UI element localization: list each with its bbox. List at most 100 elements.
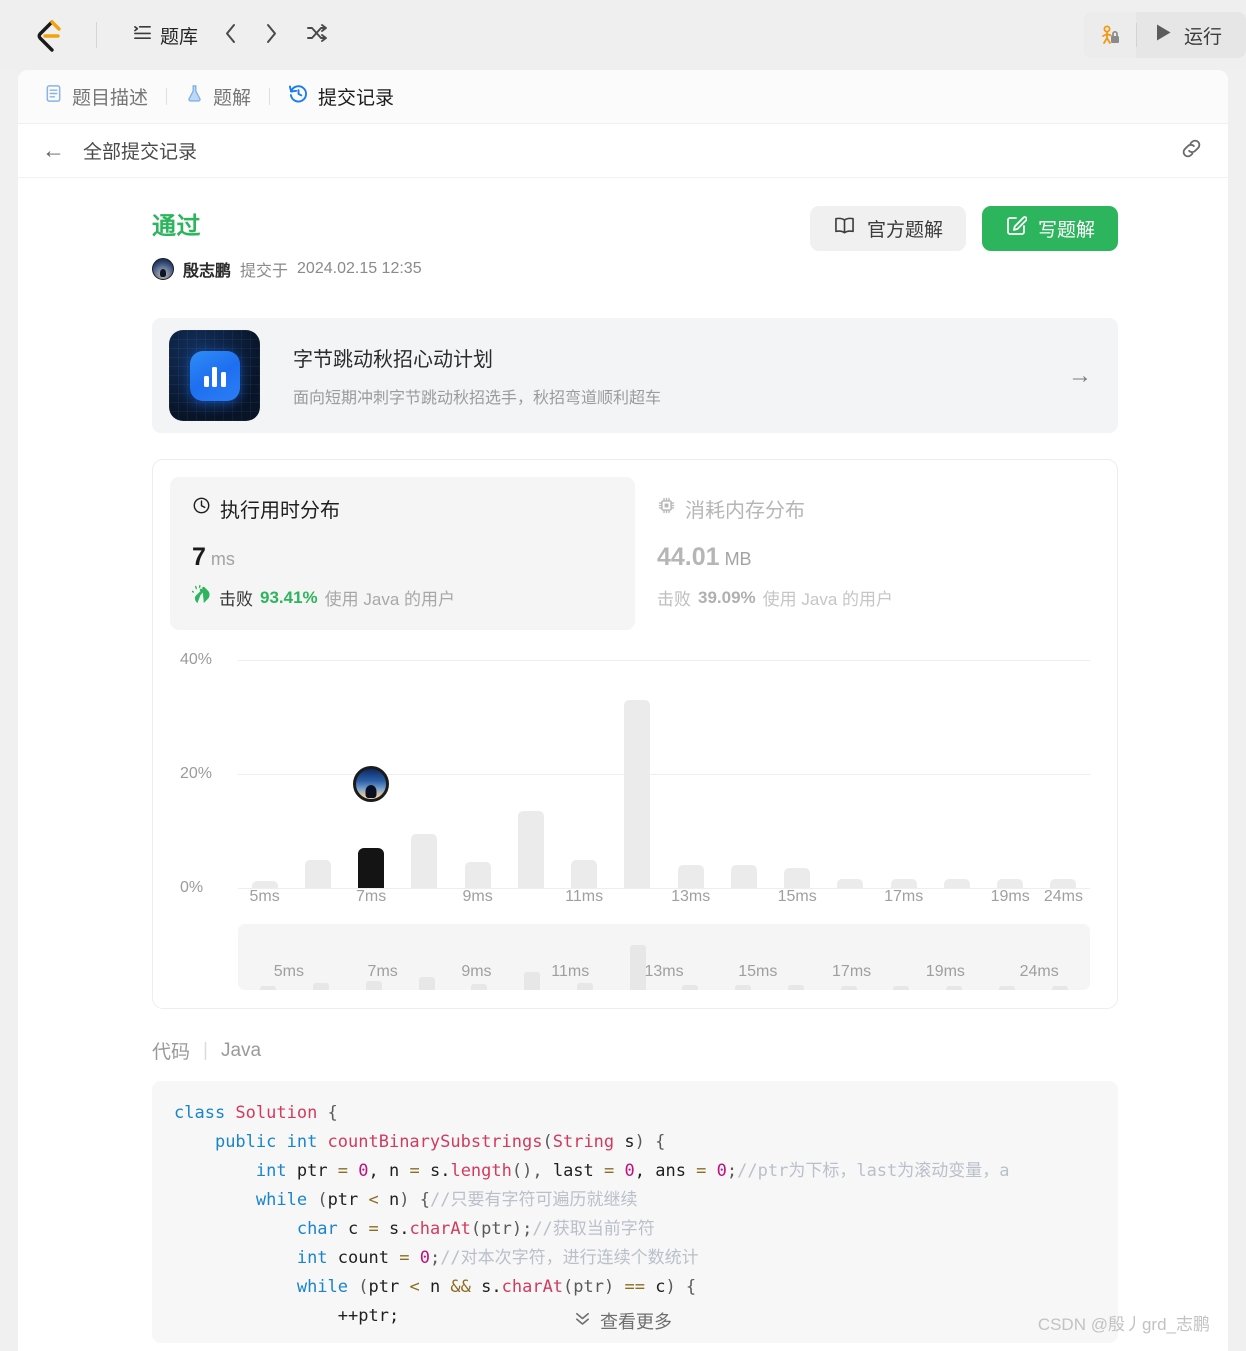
tab-submissions[interactable]: 提交记录 [286,79,396,114]
code-token: ; [429,1248,441,1268]
chip-icon [657,496,676,521]
chart-bar-cell[interactable] [345,660,398,888]
chart-bar-cell[interactable] [664,660,717,888]
nav-next-button[interactable] [255,19,288,52]
code-header: 代码 | Java [152,1037,1228,1064]
code-token: ) { [399,1190,430,1210]
leetcode-logo[interactable] [0,17,96,53]
chart-bar-cell[interactable] [558,660,611,888]
memory-beat-row: 击败 39.09% 使用 Java 的用户 [657,585,1078,610]
chart-x-tick [504,888,557,906]
chart-user-avatar-marker[interactable] [353,766,390,803]
submission-info: 通过 殷志鹏 提交于 2024.02.15 12:35 [152,206,422,281]
runtime-beat-tail: 使用 Java 的用户 [324,590,456,609]
chart-x-tick: 7ms [356,888,387,905]
tab-solutions[interactable]: 题解 [183,79,253,114]
back-arrow-icon[interactable]: ← [42,139,65,162]
link-icon[interactable] [1179,136,1204,166]
run-button-label: 运行 [1183,26,1222,48]
brush-bar [998,986,1015,990]
code-token: char [296,1219,349,1239]
chart-bar[interactable] [837,879,864,888]
chart-bar[interactable] [411,833,438,888]
chart-bar-cell[interactable] [238,660,291,888]
clap-icon [191,584,212,610]
promo-icon-inner [189,350,240,401]
brush-bar [1051,986,1068,990]
code-token: && [450,1277,482,1297]
brush-bar [682,984,699,990]
tab-description[interactable]: 题目描述 [42,79,150,114]
chart-x-tick: 9ms [462,888,493,905]
code-line: while (ptr < n) {//只要有字符可遍历就继续 [174,1186,1118,1215]
chart-bar-cell[interactable] [1037,660,1090,888]
code-token: //获取当前字符 [532,1219,655,1239]
code-token: while [296,1277,359,1297]
chart-range-brush[interactable]: 5ms 7ms 9ms 11ms 13ms 15ms 17ms 19ms 24ms [238,924,1090,990]
chart-bar[interactable] [677,865,704,888]
chart-bar[interactable] [943,879,970,888]
submission-actions: 官方题解 写题解 [809,206,1118,251]
official-solution-button[interactable]: 官方题解 [809,206,966,251]
chart-bar-cell[interactable] [451,660,504,888]
status-badge: 通过 [152,213,201,240]
chart-bar-cell[interactable] [398,660,451,888]
submission-timestamp: 2024.02.15 12:35 [297,260,422,277]
chart-bar-cell[interactable] [291,660,344,888]
code-label: 代码 [152,1042,191,1063]
chart-bar[interactable] [517,811,544,888]
code-line: while (ptr < n && s.charAt(ptr) == c) { [174,1273,1118,1302]
bar-chart-app-icon [169,330,260,421]
chart-bar[interactable] [730,865,757,888]
chart-bar[interactable] [304,859,331,888]
code-block[interactable]: class Solution { public int countBinaryS… [152,1081,1118,1343]
submission-username[interactable]: 殷志鹏 [183,257,231,281]
chart-bar[interactable] [1050,879,1077,888]
chart-bar-cell[interactable] [504,660,557,888]
chart-bar[interactable] [571,859,598,888]
run-button[interactable]: 运行 [1137,12,1246,58]
promo-arrow-icon[interactable]: → [1068,362,1092,390]
code-line: int count = 0;//对本次字符，进行连续个数统计 [174,1244,1118,1273]
code-language[interactable]: Java [221,1040,261,1062]
chart-bar-cell[interactable] [984,660,1037,888]
code-token: s [614,1132,635,1152]
debug-lock-icon[interactable] [1083,12,1136,58]
chart-bar-cell[interactable] [771,660,824,888]
promo-subtitle: 面向短期冲刺字节跳动秋招选手，秋招弯道顺利超车 [293,390,662,407]
chart-bar[interactable] [784,868,811,888]
promo-banner[interactable]: 字节跳动秋招心动计划 面向短期冲刺字节跳动秋招选手，秋招弯道顺利超车 → [152,318,1118,433]
brush-tick-label: 9ms [461,963,492,980]
stat-tab-memory[interactable]: 消耗内存分布 44.01 MB 击败 39.09% 使用 Java 的用户 [635,477,1100,630]
top-nav: 题库 [125,16,338,55]
chart-bar[interactable] [251,881,278,888]
code-token: length [450,1161,512,1181]
code-token: s. [481,1277,502,1297]
chart-bar-cell[interactable] [930,660,983,888]
write-solution-button[interactable]: 写题解 [981,206,1118,251]
code-token: ; [726,1161,738,1181]
view-more-button[interactable]: 查看更多 [574,1308,672,1334]
chart-bar-cell[interactable] [824,660,877,888]
chart-bar[interactable] [997,879,1024,888]
code-token: 0 [716,1161,727,1181]
book-icon [833,216,856,241]
nav-problems[interactable]: 题库 [125,16,206,55]
code-token: int [296,1248,338,1268]
chart-bar-highlighted[interactable] [358,848,385,888]
description-icon [44,84,63,109]
chart-bar-cell[interactable] [717,660,770,888]
chart-bar[interactable] [624,699,651,888]
chart-bar-cell[interactable] [877,660,930,888]
avatar[interactable] [152,258,174,280]
chart-bar[interactable] [890,879,917,888]
code-token: n [389,1190,400,1210]
memory-value: 44.01 [657,543,720,571]
stat-tab-runtime[interactable]: 执行用时分布 7 ms 击败 93.41% 使用 Java 的用户 [170,477,635,630]
chart-bar-cell[interactable] [611,660,664,888]
nav-prev-button[interactable] [214,19,247,52]
brush-bar [893,986,910,990]
breadcrumb-all-submissions[interactable]: 全部提交记录 [83,137,197,164]
nav-shuffle-button[interactable] [296,19,338,51]
chart-bar[interactable] [464,862,491,888]
